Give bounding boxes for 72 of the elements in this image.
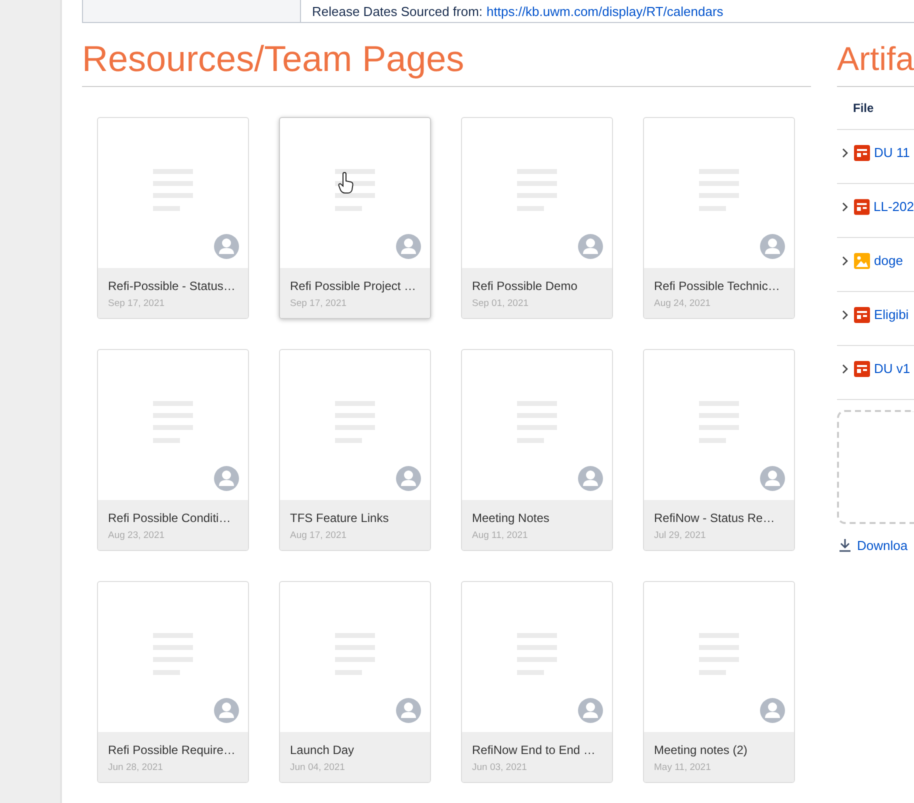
page-card[interactable]: Refi Possible Demo Sep 01, 2021	[461, 117, 613, 319]
page-title: Refi Possible Technic…	[654, 279, 781, 293]
file-link[interactable]: LL-202	[874, 199, 914, 214]
chevron-right-icon[interactable]	[842, 148, 848, 158]
avatar-icon	[760, 234, 785, 259]
document-icon	[854, 360, 870, 376]
page-title: Refi Possible Conditi…	[108, 511, 232, 525]
section-heading: Artifa	[837, 38, 914, 87]
download-icon[interactable]	[839, 539, 851, 552]
page-title: Refi Possible Demo	[472, 279, 578, 293]
page-title: Refi Possible Project …	[290, 279, 418, 293]
avatar-icon	[214, 698, 239, 723]
page-date: Sep 17, 2021	[108, 298, 166, 309]
document-icon	[854, 144, 870, 160]
avatar-icon	[396, 234, 421, 259]
avatar-icon	[760, 698, 785, 723]
page-date: Sep 17, 2021	[290, 298, 348, 309]
page-card[interactable]: Refi Possible Require… Jun 28, 2021	[97, 581, 249, 783]
page-date: Jun 28, 2021	[108, 762, 164, 773]
section-heading: Resources/Team Pages	[82, 38, 811, 87]
download-link[interactable]: Downloa	[857, 538, 908, 553]
page-title: Launch Day	[290, 743, 356, 757]
page-card[interactable]: RefiNow End to End … Jun 03, 2021	[461, 581, 613, 783]
page-date: Jun 04, 2021	[290, 762, 346, 773]
page-title: RefiNow - Status Re…	[654, 511, 776, 525]
avatar-icon	[760, 466, 785, 491]
page-title: Refi-Possible - Status…	[108, 279, 236, 293]
file-link[interactable]: DU 11	[874, 145, 910, 160]
document-icon	[854, 198, 870, 214]
page-date: Jun 03, 2021	[472, 762, 528, 773]
image-icon	[854, 252, 870, 268]
avatar-icon	[578, 466, 603, 491]
page-date: Aug 23, 2021	[108, 530, 166, 541]
chevron-right-icon[interactable]	[842, 310, 848, 320]
page-date: Aug 17, 2021	[290, 530, 348, 541]
avatar-icon	[214, 466, 239, 491]
page-card[interactable]: TFS Feature Links Aug 17, 2021	[279, 349, 431, 551]
file-link[interactable]: DU v1	[874, 361, 910, 376]
page-date: May 11, 2021	[654, 762, 712, 773]
column-header: File	[853, 101, 874, 115]
page-card[interactable]: Refi Possible Project … Sep 17, 2021	[279, 117, 431, 319]
document-lines-icon	[335, 169, 375, 211]
page-card[interactable]: RefiNow - Status Re… Jul 29, 2021	[643, 349, 795, 551]
page-date: Sep 01, 2021	[472, 298, 530, 309]
file-link[interactable]: Eligibi	[874, 307, 909, 322]
page-card[interactable]: Meeting Notes Aug 11, 2021	[461, 349, 613, 551]
avatar-icon	[396, 466, 421, 491]
page-date: Aug 24, 2021	[654, 298, 712, 309]
release-note-label: Release Dates Sourced from:	[312, 4, 483, 18]
chevron-right-icon[interactable]	[842, 364, 848, 374]
chevron-right-icon[interactable]	[842, 202, 848, 212]
hand-cursor-icon	[338, 172, 354, 194]
page-title: Meeting Notes	[472, 511, 550, 525]
calendar-link[interactable]: https://kb.uwm.com/display/RT/calendars	[486, 4, 724, 18]
page-date: Aug 11, 2021	[472, 530, 529, 541]
page-title: Refi Possible Require…	[108, 743, 236, 757]
avatar-icon	[578, 234, 603, 259]
page-date: Jul 29, 2021	[654, 530, 707, 541]
avatar-icon	[214, 234, 239, 259]
page-title: RefiNow End to End …	[472, 743, 596, 757]
file-link[interactable]: doge	[874, 253, 903, 268]
chevron-right-icon[interactable]	[842, 256, 848, 266]
page-title: Meeting notes (2)	[654, 743, 748, 757]
page-card[interactable]: Launch Day Jun 04, 2021	[279, 581, 431, 783]
avatar-icon	[578, 698, 603, 723]
page-card[interactable]: Refi-Possible - Status… Sep 17, 2021	[97, 117, 249, 319]
avatar-icon	[396, 698, 421, 723]
page-card[interactable]: Refi Possible Technic… Aug 24, 2021	[643, 117, 795, 319]
page-card[interactable]: Meeting notes (2) May 11, 2021	[643, 581, 795, 783]
page-title: TFS Feature Links	[290, 511, 390, 525]
document-icon	[854, 306, 870, 322]
page-card[interactable]: Refi Possible Conditi… Aug 23, 2021	[97, 349, 249, 551]
